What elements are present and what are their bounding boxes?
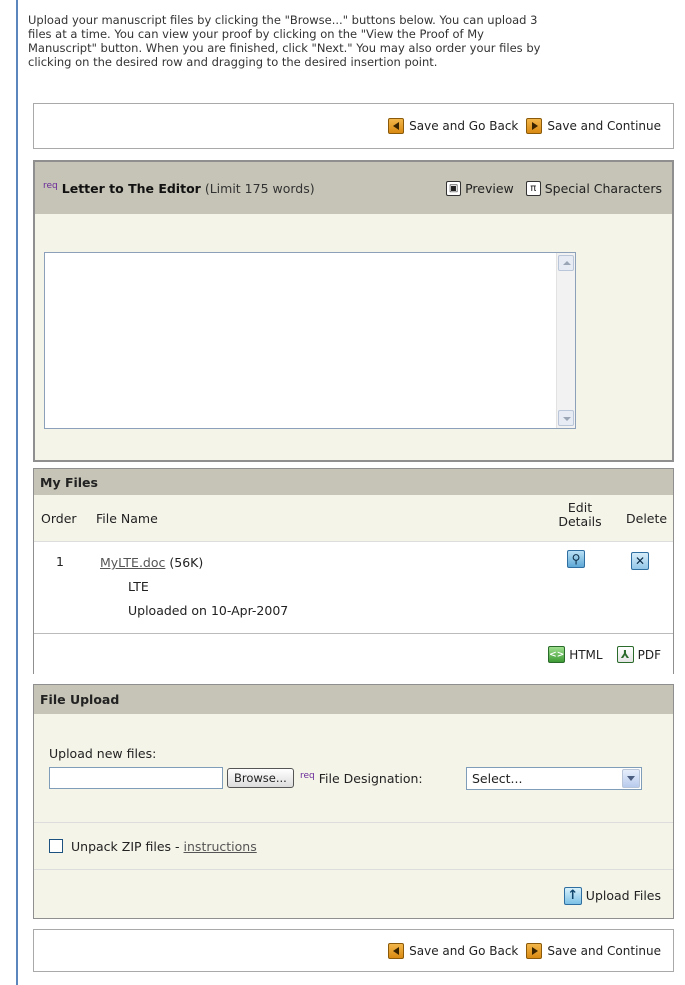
unpack-zip-label: Unpack ZIP files - instructions bbox=[71, 839, 257, 854]
my-files-header: My Files bbox=[34, 469, 673, 495]
preview-label: Preview bbox=[465, 180, 514, 196]
editor-header: req Letter to The Editor (Limit 175 words)… bbox=[35, 162, 672, 214]
pdf-icon: ⅄ bbox=[616, 646, 634, 663]
unpack-zip-text: Unpack ZIP files - bbox=[71, 838, 184, 854]
file-designation-selected: Select... bbox=[472, 771, 523, 786]
file-upload-panel: File Upload Upload new files: Browse... … bbox=[33, 684, 674, 919]
special-characters-label: Special Characters bbox=[544, 180, 662, 196]
designation-label-group: req File Designation: bbox=[300, 771, 423, 786]
instructions-text: Upload your manuscript files by clicking… bbox=[28, 13, 541, 69]
arrow-right-icon bbox=[526, 942, 543, 959]
save-and-go-back-button[interactable]: Save and Go Back bbox=[388, 118, 518, 134]
column-file-name: File Name bbox=[96, 511, 158, 526]
save-and-go-back-label: Save and Go Back bbox=[409, 943, 519, 958]
upload-files-label: Upload Files bbox=[585, 888, 661, 903]
preview-button[interactable]: ▣ Preview bbox=[446, 180, 514, 196]
letter-textarea[interactable] bbox=[44, 252, 576, 429]
special-characters-button[interactable]: π Special Characters bbox=[525, 180, 662, 196]
pi-icon: π bbox=[525, 180, 541, 196]
column-edit-details: Edit Details bbox=[558, 500, 602, 529]
instructions-link[interactable]: instructions bbox=[184, 839, 257, 854]
required-marker: req bbox=[43, 180, 58, 191]
table-row[interactable]: 1 MyLTE.doc (56K) LTE Uploaded on 10-Apr… bbox=[34, 541, 673, 633]
files-column-headers: Order File Name Edit Details Delete bbox=[34, 495, 673, 541]
files-footer: <> HTML ⅄ PDF bbox=[34, 633, 673, 675]
letter-editor-panel: req Letter to The Editor (Limit 175 words)… bbox=[33, 160, 674, 462]
edit-details-magnifier-icon[interactable]: ⚲ bbox=[567, 550, 585, 568]
upload-arrow-icon: ↑ bbox=[563, 886, 582, 905]
delete-x-icon[interactable]: ✕ bbox=[631, 552, 649, 570]
left-frame-border bbox=[16, 0, 18, 985]
top-navigation-bar: Save and Go Back Save and Continue bbox=[33, 103, 674, 149]
upload-new-files-label: Upload new files: bbox=[49, 746, 157, 761]
file-link[interactable]: MyLTE.doc bbox=[100, 555, 165, 570]
pdf-button[interactable]: ⅄ PDF bbox=[616, 646, 661, 663]
save-and-continue-label: Save and Continue bbox=[547, 943, 661, 958]
file-upload-header: File Upload bbox=[34, 685, 673, 714]
arrow-right-icon bbox=[526, 118, 543, 134]
bottom-navigation-bar: Save and Go Back Save and Continue bbox=[33, 929, 674, 972]
file-designation: LTE bbox=[128, 579, 149, 594]
required-marker: req bbox=[300, 771, 315, 781]
save-and-go-back-button[interactable]: Save and Go Back bbox=[388, 942, 519, 959]
html-icon: <> bbox=[548, 646, 566, 663]
save-and-continue-button[interactable]: Save and Continue bbox=[526, 942, 661, 959]
file-designation-select[interactable]: Select... bbox=[466, 767, 642, 790]
file-name-cell: MyLTE.doc (56K) bbox=[100, 555, 203, 570]
word-limit: (Limit 175 words) bbox=[204, 180, 315, 196]
html-label: HTML bbox=[569, 647, 603, 662]
column-order: Order bbox=[41, 511, 77, 526]
unpack-zip-row: Unpack ZIP files - instructions bbox=[34, 822, 673, 869]
preview-icon: ▣ bbox=[446, 180, 462, 196]
upload-footer: ↑ Upload Files bbox=[34, 869, 673, 921]
upload-files-button[interactable]: ↑ Upload Files bbox=[563, 886, 661, 905]
column-delete: Delete bbox=[626, 511, 668, 526]
arrow-left-icon bbox=[388, 942, 405, 959]
save-and-continue-button[interactable]: Save and Continue bbox=[526, 118, 661, 134]
my-files-panel: My Files Order File Name Edit Details De… bbox=[33, 468, 674, 675]
editor-title-text: Letter to The Editor bbox=[61, 180, 201, 196]
editor-title: req Letter to The Editor (Limit 175 words) bbox=[43, 181, 315, 196]
browse-button[interactable]: Browse... bbox=[227, 768, 294, 788]
file-uploaded-date: Uploaded on 10-Apr-2007 bbox=[128, 603, 289, 618]
pdf-label: PDF bbox=[637, 647, 661, 662]
file-order: 1 bbox=[56, 554, 64, 569]
scroll-down-icon[interactable] bbox=[558, 410, 574, 426]
unpack-zip-checkbox[interactable] bbox=[49, 839, 63, 853]
save-and-continue-label: Save and Continue bbox=[547, 119, 661, 133]
select-dropdown-arrow-icon[interactable] bbox=[622, 769, 640, 788]
file-path-input[interactable] bbox=[49, 767, 223, 789]
arrow-left-icon bbox=[388, 118, 405, 134]
scroll-up-icon[interactable] bbox=[558, 255, 574, 271]
file-size: (56K) bbox=[169, 555, 204, 570]
textarea-scrollbar[interactable] bbox=[556, 253, 575, 428]
save-and-go-back-label: Save and Go Back bbox=[409, 119, 519, 133]
upload-body: Upload new files: Browse... req File Desi… bbox=[34, 714, 673, 822]
html-button[interactable]: <> HTML bbox=[548, 646, 603, 663]
file-designation-label: File Designation: bbox=[318, 771, 423, 786]
